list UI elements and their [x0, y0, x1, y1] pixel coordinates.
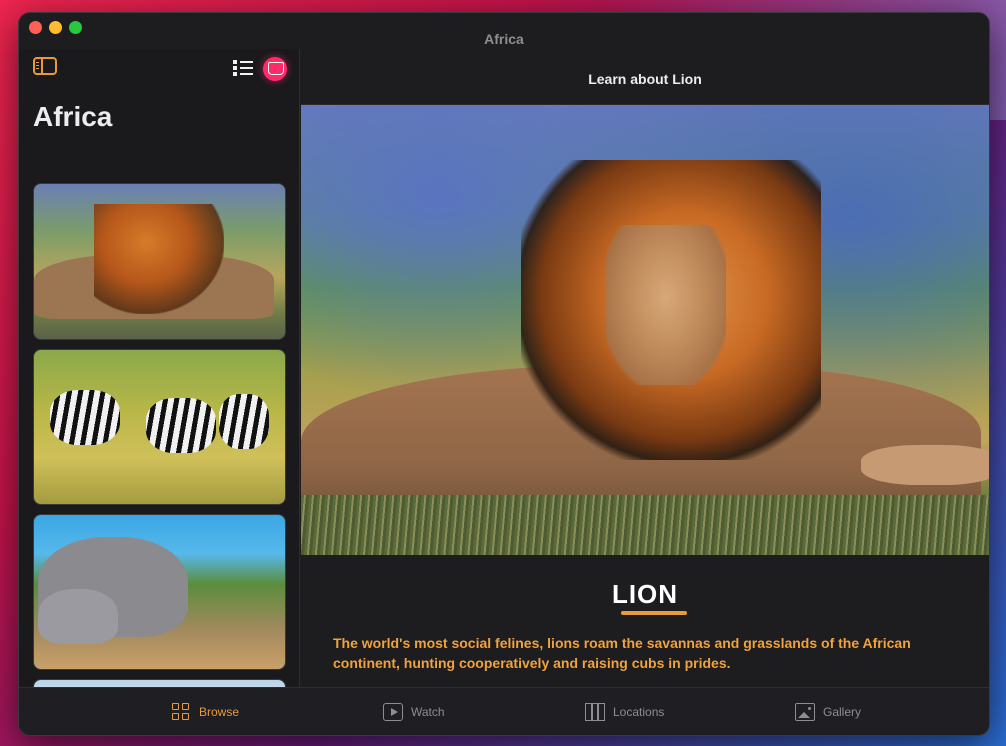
tab-label: Browse [199, 705, 240, 719]
list-item-zebra[interactable] [33, 349, 286, 505]
bookmark-icon[interactable] [263, 57, 287, 81]
list-bullet-icon[interactable] [233, 59, 255, 77]
tab-label: Watch [411, 705, 445, 719]
animal-description: The world's most social felines, lions r… [333, 635, 911, 671]
zebra-photo [50, 390, 120, 445]
play-icon [383, 703, 403, 721]
animal-name-heading: LION [611, 579, 679, 609]
detail-header: Learn about Lion [301, 49, 989, 105]
tab-locations[interactable]: Locations [585, 702, 664, 722]
tab-browse[interactable]: Browse [171, 702, 239, 722]
title-bar: Africa [19, 13, 989, 49]
tab-label: Locations [613, 705, 665, 719]
tab-bar: Browse Watch Locations Gallery [19, 687, 989, 735]
list-item-rhino[interactable] [33, 514, 286, 670]
tab-watch[interactable]: Watch [383, 702, 445, 722]
tab-gallery[interactable]: Gallery [795, 702, 861, 722]
sidebar-title: Africa [33, 101, 113, 132]
heading-underline [621, 611, 687, 615]
tab-label: Gallery [823, 705, 862, 719]
detail-title: Learn about Lion [588, 71, 702, 87]
list-item-lion[interactable] [33, 183, 286, 340]
grid-icon [171, 703, 191, 721]
photo-icon [795, 703, 815, 721]
lion-hero-photo [301, 105, 989, 555]
map-icon [585, 703, 605, 721]
sidebar-left-icon[interactable] [33, 57, 57, 75]
app-window: Africa Africa Learn about Lion LION The … [18, 12, 990, 736]
window-title: Africa [484, 31, 524, 47]
detail-pane: Learn about Lion LION The world's most s… [301, 49, 989, 687]
sidebar: Africa [19, 49, 300, 719]
